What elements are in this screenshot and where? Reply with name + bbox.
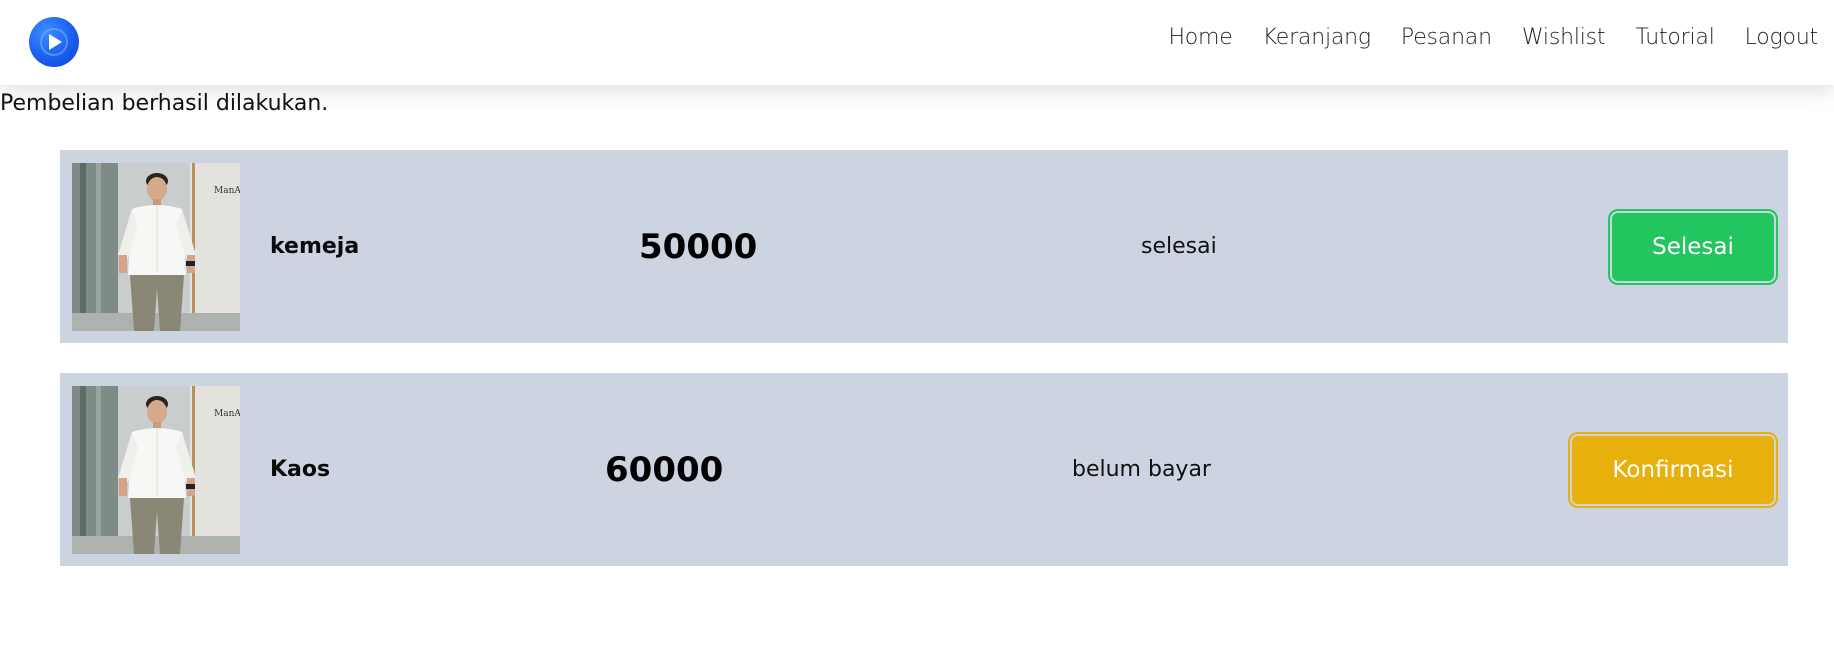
konfirmasi-button[interactable]: Konfirmasi bbox=[1572, 436, 1774, 504]
product-image: ManA bbox=[72, 163, 240, 331]
play-logo-icon[interactable] bbox=[29, 17, 79, 67]
product-name: kemeja bbox=[270, 234, 360, 259]
product-image: ManA bbox=[72, 386, 240, 554]
nav-link-wishlist[interactable]: Wishlist bbox=[1522, 25, 1606, 50]
nav-link-logout[interactable]: Logout bbox=[1745, 25, 1819, 50]
product-name: Kaos bbox=[270, 457, 331, 482]
top-navbar: Home Keranjang Pesanan Wishlist Tutorial… bbox=[0, 0, 1834, 85]
product-price: 60000 bbox=[605, 449, 724, 490]
svg-text:ManA: ManA bbox=[214, 409, 240, 419]
svg-text:ManA: ManA bbox=[214, 186, 240, 196]
product-price: 50000 bbox=[639, 226, 758, 267]
order-status: belum bayar bbox=[1072, 457, 1211, 482]
nav-menu: Home Keranjang Pesanan Wishlist Tutorial… bbox=[1168, 0, 1818, 75]
nav-link-tutorial[interactable]: Tutorial bbox=[1635, 25, 1714, 50]
nav-link-home[interactable]: Home bbox=[1168, 25, 1232, 50]
nav-link-keranjang[interactable]: Keranjang bbox=[1263, 25, 1371, 50]
success-message: Pembelian berhasil dilakukan. bbox=[0, 91, 329, 116]
nav-link-pesanan[interactable]: Pesanan bbox=[1401, 25, 1492, 50]
order-row: ManA kemeja 50000 selesai Selesai bbox=[60, 150, 1788, 343]
order-row: ManA Kaos 60000 belum bayar Konfirmasi bbox=[60, 373, 1788, 566]
order-status: selesai bbox=[1141, 234, 1217, 259]
selesai-button[interactable]: Selesai bbox=[1612, 213, 1774, 281]
